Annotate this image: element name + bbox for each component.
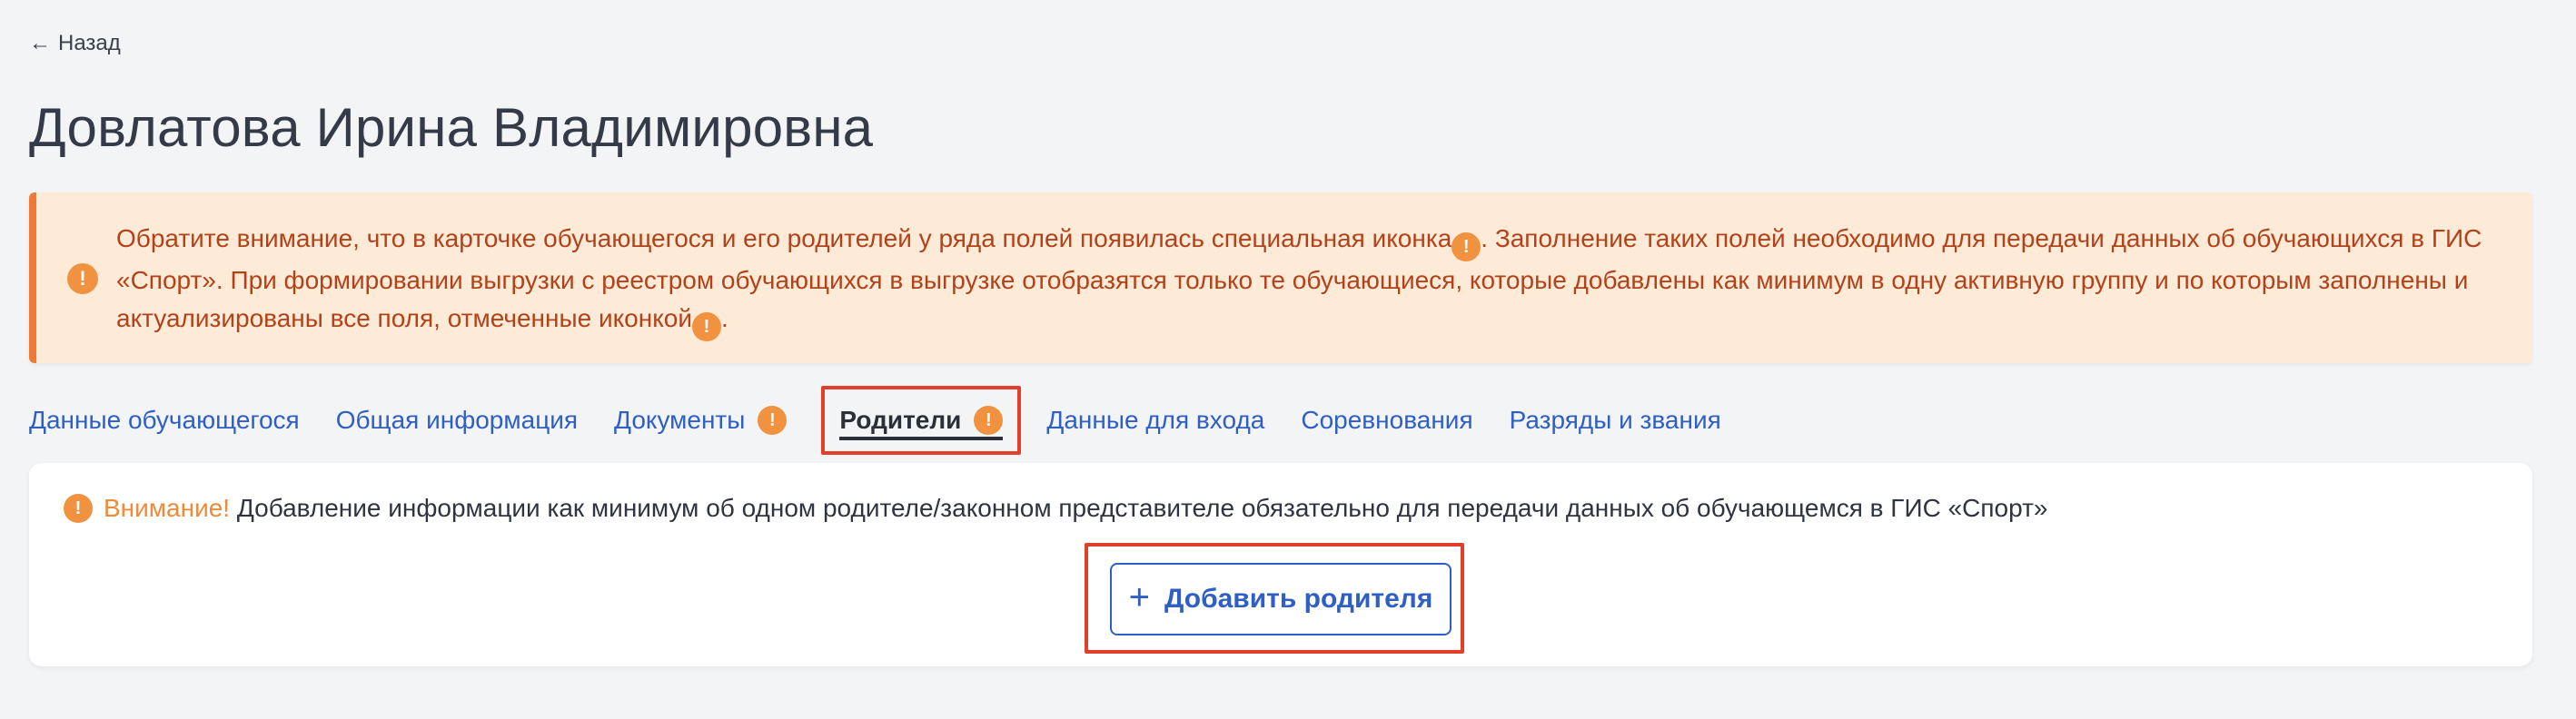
back-label: Назад bbox=[58, 31, 121, 55]
warning-message: Добавление информации как минимум об одн… bbox=[230, 494, 2048, 522]
tab-label: Данные для входа bbox=[1046, 406, 1265, 434]
notice-text-part3: . bbox=[720, 304, 728, 332]
active-tab-indicator bbox=[839, 437, 1004, 440]
warning-icon: ! bbox=[64, 494, 93, 523]
tab-documents[interactable]: Документы ! bbox=[614, 406, 788, 435]
tab-label: Соревнования bbox=[1301, 406, 1473, 434]
tab-label: Документы bbox=[614, 406, 746, 434]
tab-label: Родители bbox=[839, 406, 962, 434]
tab-general-info[interactable]: Общая информация bbox=[336, 406, 578, 435]
parents-warning: ! Внимание! Добавление информации как ми… bbox=[64, 494, 2047, 523]
tab-competitions[interactable]: Соревнования bbox=[1301, 406, 1472, 435]
tab-bar: Данные обучающегося Общая информация Док… bbox=[29, 383, 1758, 458]
back-link[interactable]: ← Назад bbox=[29, 31, 121, 56]
tab-label: Данные обучающегося bbox=[29, 406, 300, 434]
warning-icon: ! bbox=[691, 312, 721, 341]
tab-ranks[interactable]: Разряды и звания bbox=[1510, 406, 1721, 435]
page-title: Довлатова Ирина Владимировна bbox=[29, 97, 874, 158]
info-notice: ! Обратите внимание, что в карточке обуч… bbox=[29, 192, 2532, 363]
tab-label: Разряды и звания bbox=[1509, 406, 1721, 434]
add-parent-label: Добавить родителя bbox=[1164, 584, 1433, 614]
tab-parents[interactable]: Родители ! bbox=[839, 389, 1004, 451]
add-parent-button[interactable]: + Добавить родителя bbox=[1110, 563, 1451, 635]
back-arrow-icon: ← bbox=[29, 31, 51, 55]
page: ← Назад Довлатова Ирина Владимировна ! О… bbox=[0, 0, 2576, 719]
tab-label: Общая информация bbox=[335, 406, 579, 434]
tab-login-data[interactable]: Данные для входа bbox=[1046, 406, 1264, 435]
warning-icon: ! bbox=[974, 406, 1004, 435]
warning-icon: ! bbox=[1451, 232, 1481, 261]
attention-label: Внимание! bbox=[104, 494, 231, 522]
notice-text: Обратите внимание, что в карточке обучаю… bbox=[116, 220, 2514, 341]
tab-student-data[interactable]: Данные обучающегося bbox=[29, 406, 300, 435]
warning-icon: ! bbox=[758, 406, 788, 435]
tab-parents-highlight: Родители ! bbox=[821, 386, 1022, 455]
notice-text-part1: Обратите внимание, что в карточке обучаю… bbox=[116, 224, 1452, 252]
plus-icon: + bbox=[1128, 577, 1151, 617]
warning-icon: ! bbox=[67, 263, 98, 294]
warning-text: Внимание! Добавление информации как мини… bbox=[104, 494, 2047, 523]
